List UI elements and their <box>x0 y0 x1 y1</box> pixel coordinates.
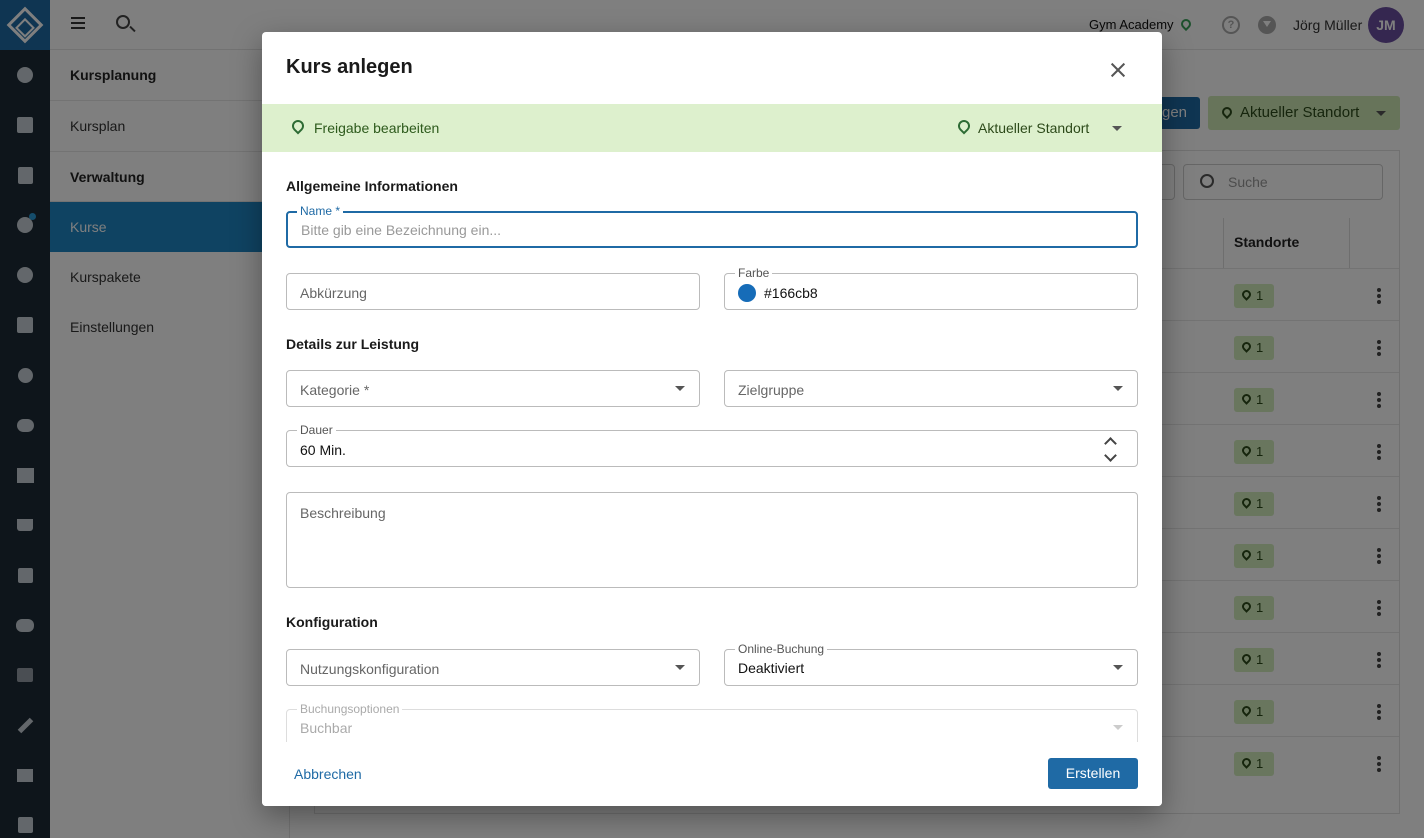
chevron-up-icon[interactable] <box>1104 437 1117 450</box>
close-icon[interactable] <box>1106 58 1130 82</box>
chevron-down-icon[interactable] <box>1104 449 1117 462</box>
section-heading-config: Konfiguration <box>286 614 378 630</box>
cancel-button[interactable]: Abbrechen <box>286 758 370 790</box>
dialog-form: Allgemeine Informationen Name * Bitte gi… <box>262 152 1162 742</box>
caret-down-icon <box>1113 665 1123 670</box>
caret-down-icon[interactable] <box>1112 126 1122 131</box>
usage-config-select[interactable]: Nutzungskonfiguration <box>286 649 700 686</box>
category-placeholder: Kategorie * <box>300 382 370 398</box>
create-course-dialog: Kurs anlegen Freigabe bearbeiten Aktuell… <box>262 32 1162 806</box>
color-field[interactable]: Farbe #166cb8 <box>724 266 1138 310</box>
usage-config-placeholder: Nutzungskonfiguration <box>300 661 440 677</box>
edit-share-link[interactable]: Freigabe bearbeiten <box>314 120 439 136</box>
description-placeholder: Beschreibung <box>300 505 386 521</box>
caret-down-icon <box>675 386 685 391</box>
online-booking-legend: Online-Buchung <box>735 642 828 656</box>
abbreviation-placeholder: Abkürzung <box>300 285 367 301</box>
duration-value: 60 Min. <box>300 442 346 458</box>
caret-down-icon <box>1113 386 1123 391</box>
name-legend: Name * <box>297 204 344 218</box>
location-pin-icon <box>289 117 307 135</box>
booking-options-value: Buchbar <box>300 720 353 736</box>
color-swatch[interactable] <box>738 284 756 302</box>
duration-legend: Dauer <box>297 423 336 437</box>
caret-down-icon <box>675 665 685 670</box>
target-group-select[interactable]: Zielgruppe <box>724 370 1138 407</box>
online-booking-select[interactable]: Online-Buchung Deaktiviert <box>724 642 1138 686</box>
booking-options-legend: Buchungsoptionen <box>297 702 403 716</box>
target-group-placeholder: Zielgruppe <box>738 382 805 398</box>
booking-options-select[interactable]: Buchungsoptionen Buchbar <box>286 702 1138 742</box>
share-location-select[interactable]: Aktueller Standort <box>978 120 1089 136</box>
dialog-title: Kurs anlegen <box>286 56 413 78</box>
abbreviation-field[interactable]: Abkürzung <box>286 273 700 310</box>
color-value: #166cb8 <box>764 285 818 301</box>
name-placeholder: Bitte gib eine Bezeichnung ein... <box>301 222 502 238</box>
online-booking-value: Deaktiviert <box>738 660 805 676</box>
color-legend: Farbe <box>735 266 773 280</box>
section-heading-details: Details zur Leistung <box>286 336 420 352</box>
name-field[interactable]: Name * Bitte gib eine Bezeichnung ein... <box>286 204 1138 248</box>
dialog-footer: Abbrechen Erstellen <box>262 742 1162 806</box>
location-pin-icon <box>955 117 973 135</box>
duration-stepper[interactable]: Dauer 60 Min. <box>286 423 1138 467</box>
category-select[interactable]: Kategorie * <box>286 370 700 407</box>
share-bar: Freigabe bearbeiten Aktueller Standort <box>262 104 1162 152</box>
section-heading-general: Allgemeine Informationen <box>286 178 458 194</box>
description-textarea[interactable]: Beschreibung <box>286 492 1138 588</box>
create-button[interactable]: Erstellen <box>1048 758 1138 789</box>
caret-down-icon <box>1113 725 1123 730</box>
